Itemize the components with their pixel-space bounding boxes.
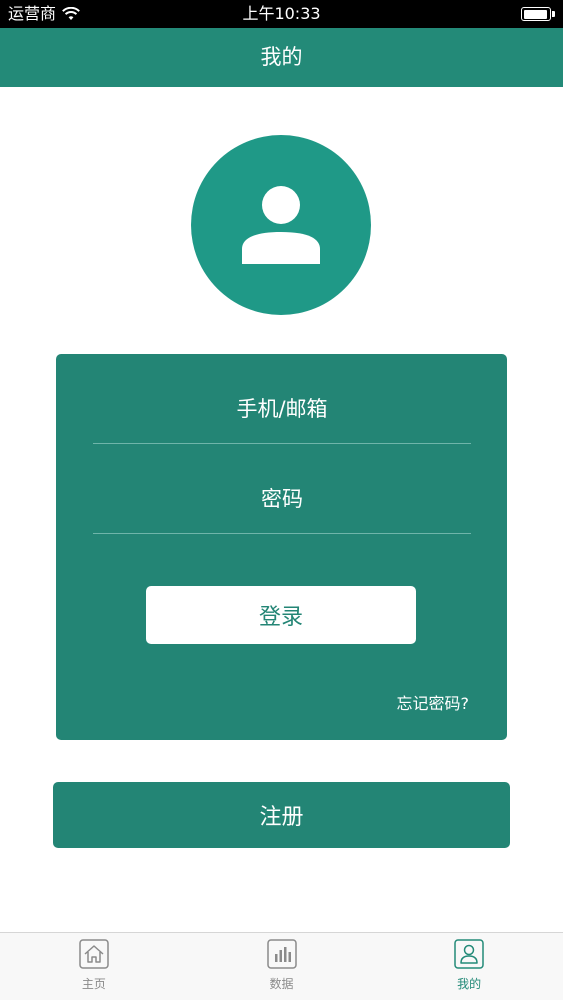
password-field — [93, 444, 471, 534]
tab-mine-label: 我的 — [457, 977, 482, 991]
chart-icon — [266, 939, 297, 969]
tab-home[interactable]: 主页 — [0, 933, 188, 1000]
forgot-password-link[interactable]: 忘记密码? — [397, 690, 470, 714]
password-input[interactable] — [93, 486, 471, 511]
status-time: 上午10:33 — [242, 4, 321, 23]
tab-data-label: 数据 — [269, 977, 294, 991]
screen: 运营商 上午10:33 我的 登录 忘记密码? — [0, 0, 563, 1000]
user-icon — [454, 939, 484, 969]
tab-data[interactable]: 数据 — [188, 933, 376, 1000]
account-input[interactable] — [93, 396, 471, 421]
battery-icon — [521, 7, 555, 21]
nav-bar: 我的 — [0, 28, 563, 87]
status-bar: 运营商 上午10:33 — [0, 0, 563, 28]
tab-home-label: 主页 — [81, 977, 106, 991]
avatar[interactable] — [191, 135, 371, 315]
login-button[interactable]: 登录 — [146, 586, 416, 644]
account-field — [93, 354, 471, 444]
tab-bar: 主页 数据 我的 — [0, 932, 563, 1000]
page-title: 我的 — [260, 45, 303, 69]
tab-mine[interactable]: 我的 — [375, 933, 563, 1000]
user-icon — [242, 186, 320, 264]
register-button[interactable]: 注册 — [53, 782, 510, 848]
battery-level — [523, 9, 547, 19]
login-card: 登录 忘记密码? — [56, 354, 507, 740]
home-icon — [79, 939, 109, 969]
